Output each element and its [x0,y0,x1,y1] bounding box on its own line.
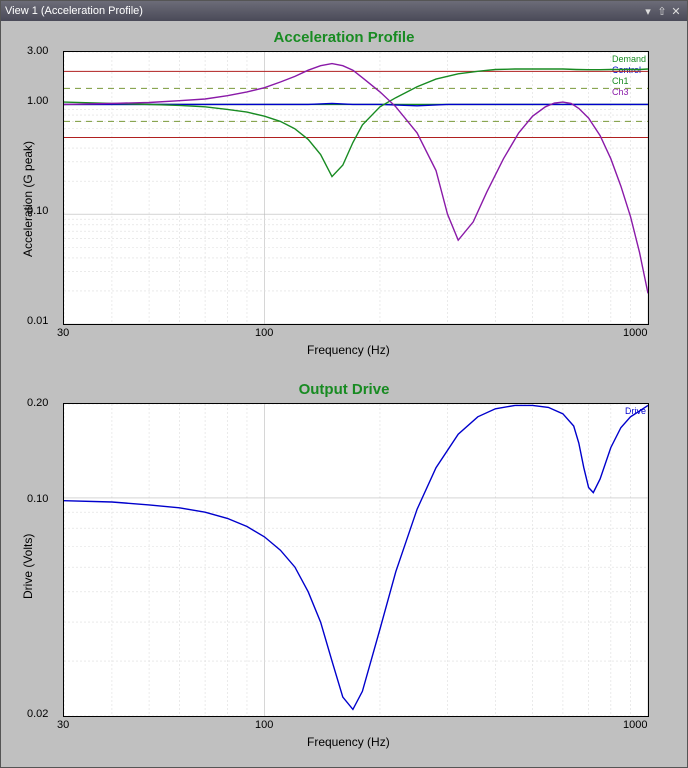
ylabel-drive: Drive (Volts) [21,534,35,599]
ytick: 0.20 [27,397,48,409]
xlabel-drive: Frequency (Hz) [307,735,390,749]
chart-title-drive: Output Drive [7,381,681,399]
ytick: 1.00 [27,95,48,107]
drive-panel: Output Drive Drive B 0.20 0.10 0.02 30 1… [7,379,681,761]
acceleration-panel: Acceleration Profile Demand Control Ch1 … [7,27,681,371]
drive-plot-area: Drive [63,403,649,717]
xtick: 1000 [623,327,647,339]
ytick: 0.01 [27,315,48,327]
ytick: 0.10 [27,493,48,505]
xtick: 30 [57,327,69,339]
close-icon[interactable]: ✕ [669,5,683,18]
ytick: 0.02 [27,708,48,720]
window-titlebar: View 1 (Acceleration Profile) ▾ ⇧ ✕ [1,1,687,21]
ylabel-acceleration: Acceleration (G peak) [21,141,35,257]
ytick: 3.00 [27,45,48,57]
pin-icon[interactable]: ⇧ [655,5,669,18]
window: View 1 (Acceleration Profile) ▾ ⇧ ✕ Acce… [0,0,688,768]
xtick: 1000 [623,719,647,731]
xtick: 30 [57,719,69,731]
xtick: 100 [255,327,273,339]
chart-title-acceleration: Acceleration Profile [7,29,681,47]
acceleration-plot-area: Demand Control Ch1 Ch3 [63,51,649,325]
window-title: View 1 (Acceleration Profile) [5,5,641,17]
xlabel-acceleration: Frequency (Hz) [307,343,390,357]
dropdown-icon[interactable]: ▾ [641,5,655,18]
xtick: 100 [255,719,273,731]
